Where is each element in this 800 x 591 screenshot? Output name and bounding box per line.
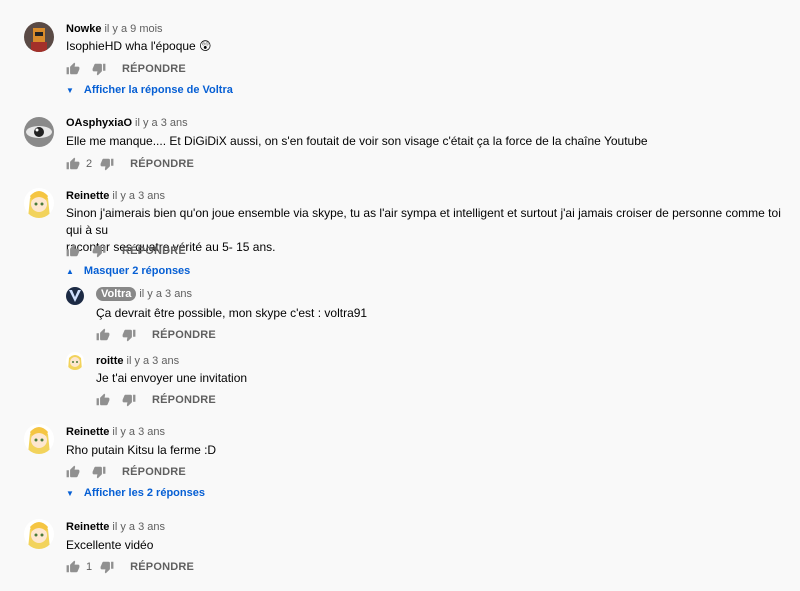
reply-button[interactable]: RÉPONDRE (152, 329, 216, 341)
reply-header: roitte il y a 3 ans (96, 355, 179, 367)
avatar[interactable] (24, 22, 54, 52)
like-count: 2 (86, 158, 93, 170)
comment-text-line: Sinon j'aimerais bien qu'on joue ensembl… (66, 206, 781, 237)
reply-button[interactable]: RÉPONDRE (130, 561, 194, 573)
timestamp[interactable]: il y a 3 ans (135, 117, 188, 129)
reply-button[interactable]: RÉPONDRE (122, 466, 186, 478)
hide-replies-button[interactable]: ▲ Masquer 2 réponses (66, 265, 190, 277)
avatar[interactable] (24, 519, 54, 549)
reply-header: Voltra il y a 3 ans (96, 287, 192, 301)
comment-actions: RÉPONDRE (66, 61, 186, 77)
comment-text: Rho putain Kitsu la ferme :D (66, 443, 217, 457)
reply-button[interactable]: RÉPONDRE (152, 394, 216, 406)
timestamp[interactable]: il y a 3 ans (112, 521, 165, 533)
timestamp[interactable]: il y a 3 ans (112, 190, 165, 202)
thumbs-down-icon[interactable] (122, 328, 136, 342)
reply-text: Ça devrait être possible, mon skype c'es… (96, 306, 368, 320)
reply-actions: RÉPONDRE (96, 327, 216, 343)
avatar[interactable] (24, 117, 54, 147)
author-name[interactable]: Reinette (66, 521, 109, 533)
timestamp[interactable]: il y a 9 mois (104, 23, 162, 35)
thumbs-up-icon[interactable] (66, 560, 80, 574)
comment-text: IsophieHD wha l'époque 😲 (66, 39, 212, 53)
chevron-down-icon: ▼ (66, 85, 74, 95)
thumbs-up-icon[interactable] (66, 465, 80, 479)
comment-actions: 2 RÉPONDRE (66, 156, 194, 172)
author-name[interactable]: Reinette (66, 426, 109, 438)
comment-header: OAsphyxiaO il y a 3 ans (66, 117, 188, 129)
thumbs-down-icon[interactable] (92, 244, 106, 258)
comment-header: Reinette il y a 3 ans (66, 190, 165, 202)
thumbs-down-icon[interactable] (100, 560, 114, 574)
comment-header: Nowke il y a 9 mois (66, 23, 163, 35)
chevron-down-icon: ▼ (66, 488, 74, 498)
author-name[interactable]: roitte (96, 355, 124, 367)
timestamp[interactable]: il y a 3 ans (127, 355, 180, 367)
thumbs-down-icon[interactable] (100, 157, 114, 171)
comment-header: Reinette il y a 3 ans (66, 521, 165, 533)
author-name[interactable]: OAsphyxiaO (66, 117, 132, 129)
comment-actions: RÉPONDRE (66, 464, 186, 480)
thumbs-up-icon[interactable] (96, 328, 110, 342)
thumbs-up-icon[interactable] (66, 244, 80, 258)
timestamp[interactable]: il y a 3 ans (112, 426, 165, 438)
reply-button[interactable]: RÉPONDRE (122, 245, 186, 257)
comment-actions: RÉPONDRE (66, 243, 186, 259)
reply-actions: RÉPONDRE (96, 392, 216, 408)
comment-actions: 1 RÉPONDRE (66, 559, 194, 575)
chevron-up-icon: ▲ (66, 266, 74, 276)
comment-header: Reinette il y a 3 ans (66, 426, 165, 438)
thumbs-up-icon[interactable] (96, 393, 110, 407)
thumbs-down-icon[interactable] (122, 393, 136, 407)
avatar[interactable] (24, 424, 54, 454)
comment-text: Elle me manque.... Et DiGiDiX aussi, on … (66, 134, 648, 148)
reply-button[interactable]: RÉPONDRE (130, 158, 194, 170)
toggle-label: Afficher la réponse de Voltra (83, 84, 233, 96)
reply-button[interactable]: RÉPONDRE (122, 63, 186, 75)
author-name[interactable]: Reinette (66, 190, 109, 202)
toggle-label: Afficher les 2 réponses (83, 487, 205, 499)
thumbs-down-icon[interactable] (92, 465, 106, 479)
avatar[interactable] (24, 188, 54, 218)
like-count: 1 (86, 561, 93, 573)
avatar[interactable] (66, 352, 84, 370)
thumbs-up-icon[interactable] (66, 62, 80, 76)
reply-text: Je t'ai envoyer une invitation (96, 371, 248, 385)
thumbs-down-icon[interactable] (92, 62, 106, 76)
avatar[interactable] (66, 287, 84, 305)
toggle-label: Masquer 2 réponses (83, 265, 191, 277)
show-replies-button[interactable]: ▼ Afficher la réponse de Voltra (66, 84, 233, 96)
thumbs-up-icon[interactable] (66, 157, 80, 171)
timestamp[interactable]: il y a 3 ans (139, 288, 192, 300)
show-replies-button[interactable]: ▼ Afficher les 2 réponses (66, 487, 205, 499)
author-name[interactable]: Nowke (66, 23, 101, 35)
comment-text: Excellente vidéo (66, 538, 154, 552)
author-name[interactable]: Voltra (96, 287, 137, 301)
